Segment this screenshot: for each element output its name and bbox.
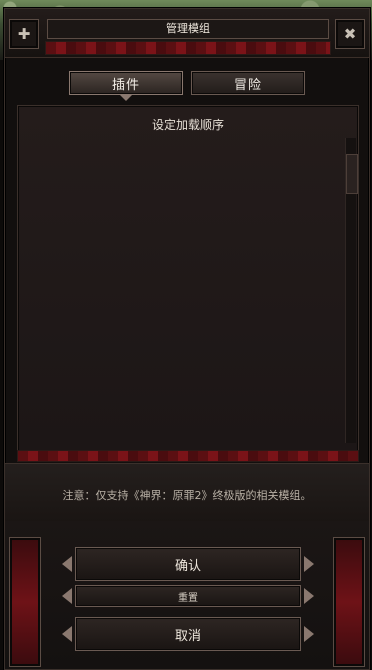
header-bar: ✚ 管理模组 ✖ xyxy=(5,9,369,58)
header-ornament xyxy=(45,41,331,55)
tab-adventure[interactable]: 冒险 xyxy=(191,71,305,95)
scrollbar-thumb[interactable] xyxy=(346,154,358,194)
arrow-left-icon xyxy=(62,626,72,642)
reset-label: 重置 xyxy=(178,592,198,604)
right-ornament xyxy=(333,537,365,667)
reset-button[interactable]: 重置 xyxy=(62,585,314,607)
notice-text: 注意：仅支持《神界：原罪2》终极版的相关模组。 xyxy=(62,489,312,502)
arrow-right-icon xyxy=(304,556,314,572)
content-ornament xyxy=(17,450,359,462)
arrow-right-icon xyxy=(304,626,314,642)
window-title: 管理模组 xyxy=(47,19,329,39)
confirm-button[interactable]: 确认 xyxy=(62,547,314,581)
arrow-right-icon xyxy=(304,588,314,604)
load-order-panel: 设定加载顺序 xyxy=(17,105,359,452)
tab-plugins[interactable]: 插件 xyxy=(69,71,183,95)
close-icon[interactable]: ✖ xyxy=(335,19,365,49)
mod-manager-panel: ✚ 管理模组 ✖ 插件 冒险 设定加载顺序 注意：仅支持《神界：原罪2》终极版的… xyxy=(4,8,370,670)
scrollbar[interactable] xyxy=(345,138,358,443)
load-order-title: 设定加载顺序 xyxy=(151,118,224,132)
arrow-left-icon xyxy=(62,588,72,604)
notice-panel: 注意：仅支持《神界：原罪2》终极版的相关模组。 xyxy=(5,463,369,523)
confirm-label: 确认 xyxy=(174,558,201,574)
action-area: 确认 重置 取消 xyxy=(5,521,369,669)
left-ornament xyxy=(9,537,41,667)
cancel-button[interactable]: 取消 xyxy=(62,617,314,651)
puzzle-icon[interactable]: ✚ xyxy=(9,19,39,49)
tab-plugins-label: 插件 xyxy=(111,77,140,93)
tab-bar: 插件 冒险 xyxy=(5,67,369,103)
arrow-left-icon xyxy=(62,556,72,572)
cancel-label: 取消 xyxy=(174,628,201,644)
tab-adventure-label: 冒险 xyxy=(233,77,262,93)
